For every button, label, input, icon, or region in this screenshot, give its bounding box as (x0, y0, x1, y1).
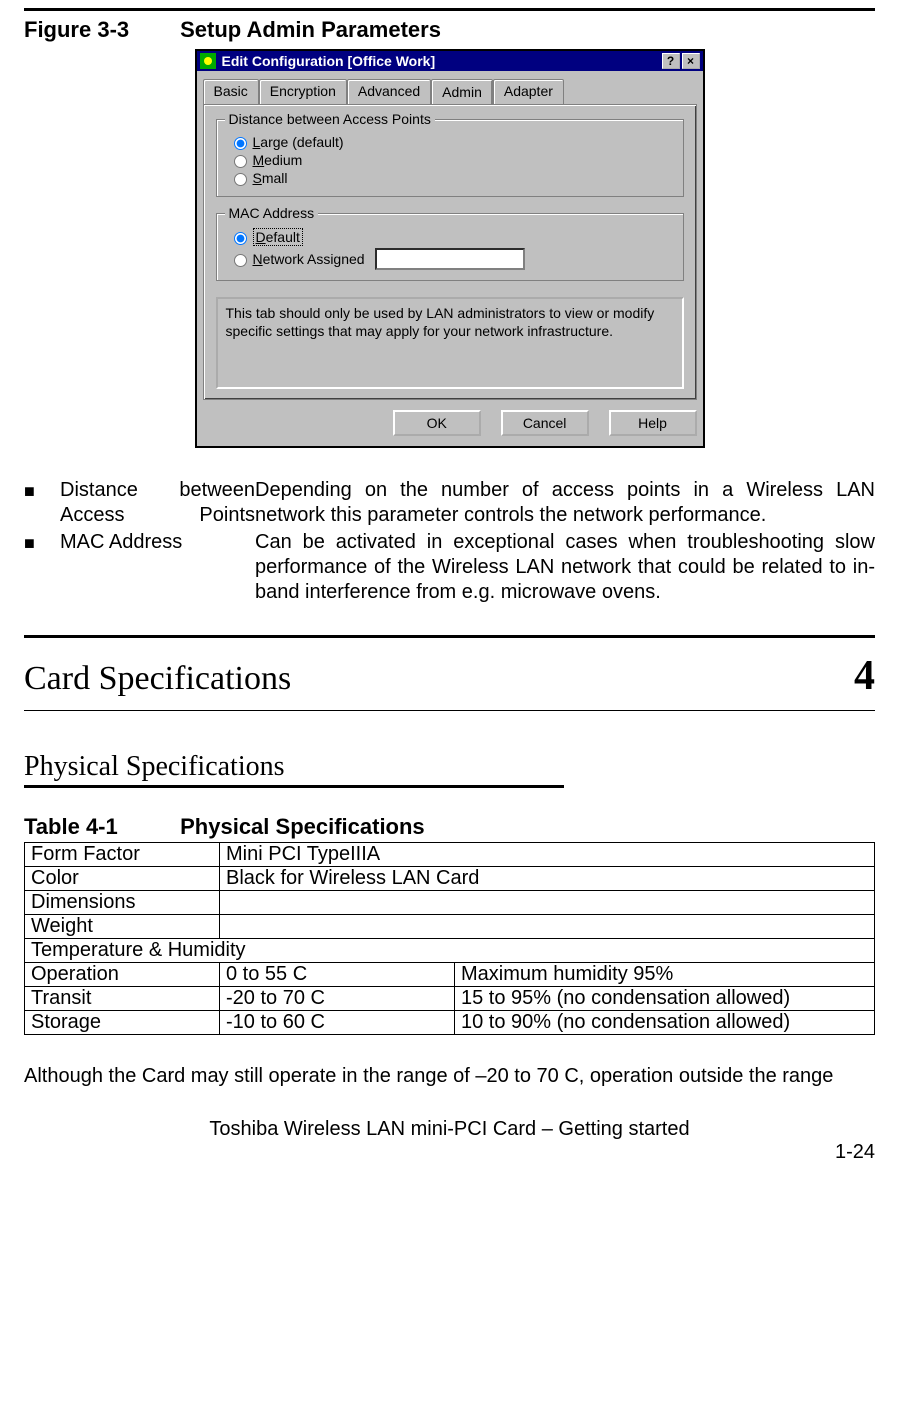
radio-medium-label: Medium (253, 152, 303, 168)
table-cell: Mini PCI TypeIIIA (220, 843, 875, 867)
table-cell: Dimensions (25, 891, 220, 915)
bullet-desc: Can be activated in exceptional cases wh… (255, 530, 875, 605)
group-mac-legend: MAC Address (225, 205, 319, 221)
tab-advanced[interactable]: Advanced (347, 79, 431, 104)
ok-button[interactable]: OK (393, 410, 481, 436)
spec-table: Form Factor Mini PCI TypeIIIA Color Blac… (24, 842, 875, 1035)
info-text: This tab should only be used by LAN admi… (226, 305, 655, 339)
section-heading: Card Specifications 4 (24, 638, 875, 710)
table-cell: Temperature & Humidity (25, 939, 875, 963)
bullet-item: ■ Distance between Access Points Dependi… (24, 478, 875, 528)
table-cell: Form Factor (25, 843, 220, 867)
figure-title: Setup Admin Parameters (180, 17, 441, 42)
screenshot-container: Edit Configuration [Office Work] ? × Bas… (24, 49, 875, 448)
table-row: Form Factor Mini PCI TypeIIIA (25, 843, 875, 867)
dialog-title: Edit Configuration [Office Work] (222, 53, 660, 69)
table-cell: -20 to 70 C (220, 987, 455, 1011)
mac-address-input[interactable] (375, 248, 525, 270)
table-cell: Transit (25, 987, 220, 1011)
note-paragraph: Although the Card may still operate in t… (24, 1065, 875, 1088)
table-cell: Black for Wireless LAN Card (220, 867, 875, 891)
tab-basic[interactable]: Basic (203, 79, 259, 104)
radio-large-label: Large (default) (253, 134, 344, 150)
table-cell (220, 891, 875, 915)
subsection-heading: Physical Specifications (24, 751, 564, 788)
table-row: Temperature & Humidity (25, 939, 875, 963)
table-cell: Weight (25, 915, 220, 939)
page-number: 1-24 (24, 1141, 875, 1164)
section-rule-bottom (24, 710, 875, 711)
section-title: Card Specifications (24, 660, 291, 698)
info-panel: This tab should only be used by LAN admi… (216, 297, 684, 389)
help-title-button[interactable]: ? (662, 53, 680, 69)
bullet-list: ■ Distance between Access Points Dependi… (24, 478, 875, 605)
table-title: Physical Specifications (180, 814, 425, 839)
dialog-button-row: OK Cancel Help (197, 406, 703, 446)
close-button[interactable]: × (682, 53, 700, 69)
cancel-button[interactable]: Cancel (501, 410, 589, 436)
table-cell: -10 to 60 C (220, 1011, 455, 1035)
table-cell: 10 to 90% (no condensation allowed) (455, 1011, 875, 1035)
table-cell: 0 to 55 C (220, 963, 455, 987)
table-row: Operation 0 to 55 C Maximum humidity 95% (25, 963, 875, 987)
table-cell (220, 915, 875, 939)
bullet-marker-icon: ■ (24, 530, 60, 605)
table-cell: Operation (25, 963, 220, 987)
app-icon (200, 53, 216, 69)
bullet-term-l1: Distance between (60, 479, 255, 501)
table-label: Table 4-1 (24, 814, 174, 840)
bullet-term: Distance between Access Points (60, 478, 255, 528)
table-cell: 15 to 95% (no condensation allowed) (455, 987, 875, 1011)
table-row: Weight (25, 915, 875, 939)
rule-top (24, 8, 875, 11)
dialog-window: Edit Configuration [Office Work] ? × Bas… (195, 49, 705, 448)
radio-default[interactable] (234, 232, 247, 245)
dialog-titlebar[interactable]: Edit Configuration [Office Work] ? × (197, 51, 703, 71)
radio-medium[interactable] (234, 155, 247, 168)
figure-caption: Figure 3-3 Setup Admin Parameters (24, 17, 875, 43)
tab-encryption[interactable]: Encryption (259, 79, 347, 104)
radio-network-label: Network Assigned (253, 251, 365, 267)
radio-large[interactable] (234, 137, 247, 150)
figure-label: Figure 3-3 (24, 17, 174, 43)
table-caption: Table 4-1 Physical Specifications (24, 814, 875, 840)
tab-row: Basic Encryption Advanced Admin Adapter (197, 71, 703, 104)
tab-adapter[interactable]: Adapter (493, 79, 564, 104)
section-number: 4 (854, 652, 875, 700)
radio-default-label: Default (253, 228, 303, 246)
group-distance: Distance between Access Points Large (de… (216, 119, 684, 197)
subsection-heading-wrap: Physical Specifications (24, 751, 875, 788)
bullet-desc: Depending on the number of access points… (255, 478, 875, 528)
help-button[interactable]: Help (609, 410, 697, 436)
group-distance-legend: Distance between Access Points (225, 111, 435, 127)
bullet-term-l2: Access Points (60, 504, 255, 526)
bullet-term: MAC Address (60, 530, 255, 605)
radio-small[interactable] (234, 173, 247, 186)
tab-admin[interactable]: Admin (431, 79, 493, 104)
table-cell: Maximum humidity 95% (455, 963, 875, 987)
table-row: Dimensions (25, 891, 875, 915)
footer-text: Toshiba Wireless LAN mini-PCI Card – Get… (24, 1118, 875, 1141)
bullet-marker-icon: ■ (24, 478, 60, 528)
tab-panel-admin: Distance between Access Points Large (de… (203, 104, 697, 400)
table-row: Color Black for Wireless LAN Card (25, 867, 875, 891)
radio-small-label: Small (253, 170, 288, 186)
bullet-item: ■ MAC Address Can be activated in except… (24, 530, 875, 605)
group-mac: MAC Address Default Network Assigned (216, 213, 684, 281)
table-cell: Color (25, 867, 220, 891)
table-row: Transit -20 to 70 C 15 to 95% (no conden… (25, 987, 875, 1011)
table-cell: Storage (25, 1011, 220, 1035)
table-row: Storage -10 to 60 C 10 to 90% (no conden… (25, 1011, 875, 1035)
radio-network[interactable] (234, 254, 247, 267)
